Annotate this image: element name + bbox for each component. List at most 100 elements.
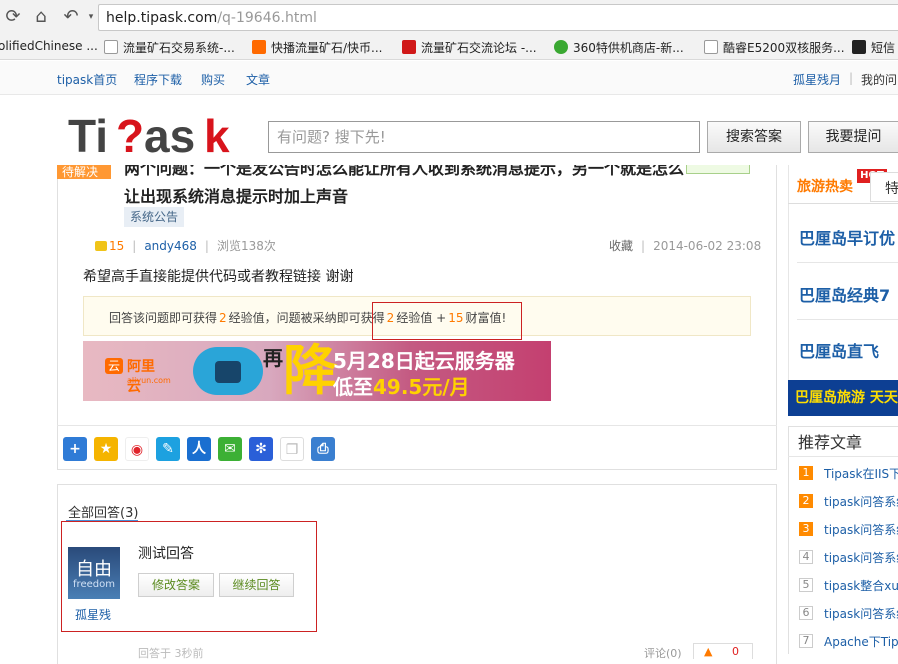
svg-text:Ti: Ti xyxy=(68,110,108,160)
vote-button[interactable]: ▲ 0 xyxy=(693,643,753,659)
ad-line1: 5月28日起云服务器 xyxy=(333,349,515,373)
collect-link[interactable]: 收藏 xyxy=(609,239,633,253)
divider xyxy=(788,456,898,457)
sidebar-tab[interactable]: 特 xyxy=(870,172,898,202)
answers-count-tab[interactable]: 全部回答(3) xyxy=(68,502,138,521)
sidebar-link[interactable]: 巴厘岛经典7 xyxy=(799,282,890,306)
divider xyxy=(797,262,898,263)
dark-icon xyxy=(852,40,866,54)
nav-user[interactable]: 孤星残月 xyxy=(793,71,841,88)
reload-icon[interactable]: ⟳ xyxy=(2,6,24,28)
sidebar-banner[interactable]: 巴厘岛旅游 天天 xyxy=(788,380,898,416)
bookmark-item[interactable]: 快播流量矿石/快币... xyxy=(252,39,383,56)
browser-toolbar: ⟳ ⌂ ↶ ▾ help.tipask.com/q-19646.html xyxy=(0,0,898,34)
answer-user[interactable]: 孤星残 xyxy=(75,606,111,623)
page-icon xyxy=(104,40,118,54)
rec-rank: 1 xyxy=(799,466,813,480)
360-icon xyxy=(554,40,568,54)
bookmark-item[interactable]: 360特供机商店-新... xyxy=(554,39,684,56)
nav-buy[interactable]: 购买 xyxy=(201,71,225,88)
question-meta-right: 收藏 | 2014-06-02 23:08 xyxy=(609,239,762,253)
tipask-logo[interactable]: Ti ? as k xyxy=(68,110,258,160)
home-icon[interactable]: ⌂ xyxy=(30,6,52,28)
favorite-star-icon[interactable]: ★ xyxy=(94,437,118,461)
rec-rank: 4 xyxy=(799,550,813,564)
coin-icon xyxy=(95,241,107,251)
bookmark-item[interactable]: 酷睿E5200双核服务... xyxy=(704,39,845,56)
bookmark-item[interactable]: 流量矿石交易系统-... xyxy=(104,39,235,56)
rec-item[interactable]: tipask问答系统 xyxy=(824,605,898,622)
ask-question-button[interactable]: 我要提问 xyxy=(808,121,898,153)
bookmark-item[interactable]: olifiedChinese ... xyxy=(0,39,98,53)
print-icon[interactable]: ⎙ xyxy=(311,437,335,461)
renren-icon[interactable]: 人 xyxy=(187,437,211,461)
highlight-box xyxy=(372,302,522,340)
site-top-nav: tipask首页 程序下载 购买 文章 孤星残月 | 我的问 xyxy=(0,61,898,95)
divider xyxy=(797,319,898,320)
question-meta: 15 | andy468 | 浏览138次 xyxy=(95,237,276,254)
question-tag[interactable]: 系统公告 xyxy=(124,207,185,227)
reward-value: 15 xyxy=(109,239,125,253)
svg-text:k: k xyxy=(204,110,230,160)
follow-button[interactable] xyxy=(686,165,750,174)
edit-answer-button[interactable]: 修改答案 xyxy=(138,573,214,597)
divider xyxy=(788,203,898,204)
bookmark-item[interactable]: 短信 xyxy=(852,39,895,56)
forum-icon xyxy=(402,40,416,54)
nav-separator: | xyxy=(849,71,854,85)
ad-line2: 低至49.5元/月 xyxy=(333,375,470,399)
rec-item[interactable]: Tipask在IIS下 xyxy=(824,465,898,482)
avatar[interactable]: 自由 freedom xyxy=(68,547,120,599)
taobao-icon xyxy=(252,40,266,54)
bookmark-item[interactable]: 流量矿石交流论坛 -... xyxy=(402,39,537,56)
answer-content: 测试回答 xyxy=(138,546,194,562)
bookmarks-bar: olifiedChinese ... 流量矿石交易系统-... 快播流量矿石/快… xyxy=(0,34,898,60)
rec-item[interactable]: tipask问答系统 xyxy=(824,521,898,538)
back-icon[interactable]: ↶ xyxy=(60,6,82,28)
rec-rank: 5 xyxy=(799,578,813,592)
ad-jiang: 降 xyxy=(283,341,337,401)
wechat-icon[interactable]: ✉ xyxy=(218,437,242,461)
nav-my-questions[interactable]: 我的问 xyxy=(861,71,897,88)
rec-item[interactable]: tipask整合xun xyxy=(824,577,898,594)
svg-text:as: as xyxy=(144,110,195,160)
add-share-icon[interactable]: + xyxy=(63,437,87,461)
sidebar-link[interactable]: 巴厘岛直飞 xyxy=(799,338,879,362)
aliyun-logo: 云 阿里云 aliyun.com xyxy=(105,356,171,395)
page-icon xyxy=(704,40,718,54)
comment-link[interactable]: 评论(0) xyxy=(644,645,682,661)
ad-zai: 再 xyxy=(263,346,283,370)
scroll-clip xyxy=(0,155,780,165)
author-link[interactable]: andy468 xyxy=(144,239,197,253)
nav-home[interactable]: tipask首页 xyxy=(57,71,117,88)
status-badge: 待解决 xyxy=(57,165,111,179)
rec-item[interactable]: Apache下Tipa xyxy=(824,633,898,650)
question-date: 2014-06-02 23:08 xyxy=(653,239,762,253)
rec-item[interactable]: tipask问答系统 xyxy=(824,493,898,510)
search-answers-button[interactable]: 搜索答案 xyxy=(707,121,801,153)
view-count: 浏览138次 xyxy=(216,239,276,253)
answer-time: 回答于 3秒前 xyxy=(138,647,204,660)
cloud-server-icon xyxy=(193,347,263,395)
continue-answer-button[interactable]: 继续回答 xyxy=(219,573,294,597)
nav-articles[interactable]: 文章 xyxy=(246,71,270,88)
copy-icon[interactable]: ❐ xyxy=(280,437,304,461)
rec-item[interactable]: tipask问答系统 xyxy=(824,549,898,566)
nav-download[interactable]: 程序下载 xyxy=(134,71,182,88)
tencent-weibo-icon[interactable]: ✎ xyxy=(156,437,180,461)
rec-title: 推荐文章 xyxy=(798,433,863,452)
rec-rank: 3 xyxy=(799,522,813,536)
weibo-icon[interactable]: ◉ xyxy=(125,437,149,461)
sidebar-travel-title[interactable]: 旅游热卖 xyxy=(797,176,853,196)
sidebar-link[interactable]: 巴厘岛早订优 xyxy=(799,225,895,249)
baidu-paw-icon[interactable]: ✻ xyxy=(249,437,273,461)
aliyun-ad-banner[interactable]: 云 阿里云 aliyun.com 再 降 5月28日起云服务器 低至49.5元/… xyxy=(83,341,551,401)
vote-count: 0 xyxy=(732,645,739,658)
rec-rank: 2 xyxy=(799,494,813,508)
address-text: help.tipask.com/q-19646.html xyxy=(106,10,317,26)
search-input[interactable]: 有问题? 搜下先! xyxy=(268,121,700,153)
rec-rank: 7 xyxy=(799,634,813,648)
svg-text:?: ? xyxy=(116,110,144,160)
address-bar[interactable]: help.tipask.com/q-19646.html xyxy=(98,4,898,31)
thumb-up-icon: ▲ xyxy=(704,645,713,658)
